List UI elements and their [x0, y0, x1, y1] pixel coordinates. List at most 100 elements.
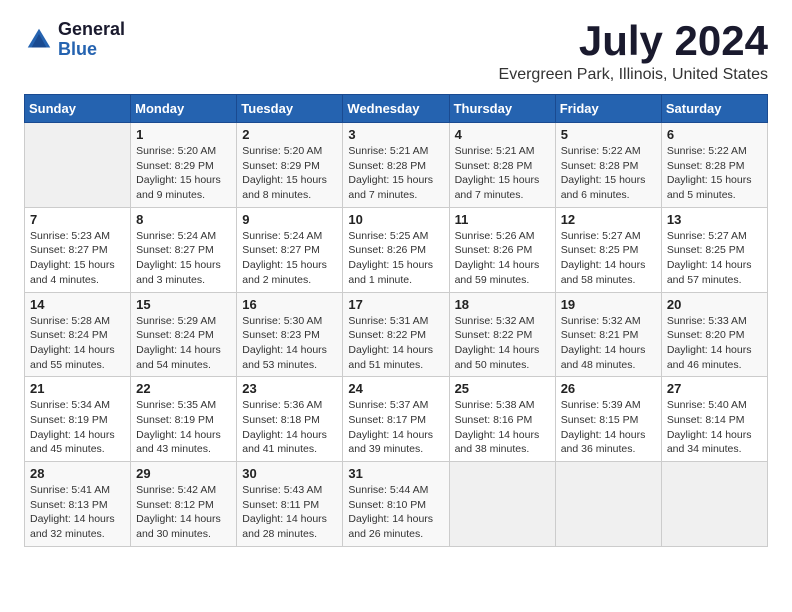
day-info: Sunrise: 5:26 AM Sunset: 8:26 PM Dayligh… [455, 229, 550, 288]
day-info: Sunrise: 5:30 AM Sunset: 8:23 PM Dayligh… [242, 314, 337, 373]
day-info: Sunrise: 5:23 AM Sunset: 8:27 PM Dayligh… [30, 229, 125, 288]
logo: General Blue [24, 20, 125, 60]
day-number: 29 [136, 466, 231, 481]
calendar-cell: 30Sunrise: 5:43 AM Sunset: 8:11 PM Dayli… [237, 462, 343, 547]
calendar-cell: 8 Sunrise: 5:24 AM Sunset: 8:27 PM Daylig… [131, 207, 237, 292]
title-block: July 2024 Evergreen Park, Illinois, Unit… [499, 20, 768, 84]
calendar-cell: 13 Sunrise: 5:27 AM Sunset: 8:25 PM Dayli… [661, 207, 767, 292]
logo-text: General Blue [58, 20, 125, 60]
day-info: Sunrise: 5:29 AM Sunset: 8:24 PM Dayligh… [136, 314, 231, 373]
day-number: 1 [136, 127, 231, 142]
calendar-cell: 28 Sunrise: 5:41 AM Sunset: 8:13 PM Dayli… [25, 462, 131, 547]
calendar-title: July 2024 [499, 20, 768, 62]
day-info: Sunrise: 5:39 AM Sunset: 8:15 PM Dayligh… [561, 398, 656, 457]
day-number: 12 [561, 212, 656, 227]
day-info: Sunrise: 5:34 AM Sunset: 8:19 PM Dayligh… [30, 398, 125, 457]
day-info: Sunrise: 5:25 AM Sunset: 8:26 PM Dayligh… [348, 229, 443, 288]
day-number: 30 [242, 466, 337, 481]
day-number: 18 [455, 297, 550, 312]
day-number: 6 [667, 127, 762, 142]
calendar-week-row: 7Sunrise: 5:23 AM Sunset: 8:27 PM Daylig… [25, 207, 768, 292]
day-number: 14 [30, 297, 125, 312]
header-day: Sunday [25, 95, 131, 123]
calendar-cell: 12 Sunrise: 5:27 AM Sunset: 8:25 PM Dayli… [555, 207, 661, 292]
day-number: 2 [242, 127, 337, 142]
calendar-cell: 27 Sunrise: 5:40 AM Sunset: 8:14 PM Dayli… [661, 377, 767, 462]
calendar-cell: 15 Sunrise: 5:29 AM Sunset: 8:24 PM Dayli… [131, 292, 237, 377]
day-number: 9 [242, 212, 337, 227]
day-info: Sunrise: 5:21 AM Sunset: 8:28 PM Dayligh… [455, 144, 550, 203]
calendar-cell [555, 462, 661, 547]
day-number: 17 [348, 297, 443, 312]
calendar-header: SundayMondayTuesdayWednesdayThursdayFrid… [25, 95, 768, 123]
day-info: Sunrise: 5:44 AM Sunset: 8:10 PM Dayligh… [348, 483, 443, 542]
day-info: Sunrise: 5:36 AM Sunset: 8:18 PM Dayligh… [242, 398, 337, 457]
day-info: Sunrise: 5:22 AM Sunset: 8:28 PM Dayligh… [667, 144, 762, 203]
calendar-location: Evergreen Park, Illinois, United States [499, 66, 768, 84]
calendar-table: SundayMondayTuesdayWednesdayThursdayFrid… [24, 94, 768, 547]
day-info: Sunrise: 5:22 AM Sunset: 8:28 PM Dayligh… [561, 144, 656, 203]
day-number: 4 [455, 127, 550, 142]
day-info: Sunrise: 5:24 AM Sunset: 8:27 PM Dayligh… [242, 229, 337, 288]
day-number: 11 [455, 212, 550, 227]
day-info: Sunrise: 5:24 AM Sunset: 8:27 PM Dayligh… [136, 229, 231, 288]
day-number: 28 [30, 466, 125, 481]
day-number: 31 [348, 466, 443, 481]
day-info: Sunrise: 5:20 AM Sunset: 8:29 PM Dayligh… [136, 144, 231, 203]
header-day: Wednesday [343, 95, 449, 123]
calendar-cell: 29Sunrise: 5:42 AM Sunset: 8:12 PM Dayli… [131, 462, 237, 547]
day-number: 10 [348, 212, 443, 227]
day-info: Sunrise: 5:35 AM Sunset: 8:19 PM Dayligh… [136, 398, 231, 457]
calendar-cell: 21Sunrise: 5:34 AM Sunset: 8:19 PM Dayli… [25, 377, 131, 462]
calendar-week-row: 21Sunrise: 5:34 AM Sunset: 8:19 PM Dayli… [25, 377, 768, 462]
day-info: Sunrise: 5:40 AM Sunset: 8:14 PM Dayligh… [667, 398, 762, 457]
day-number: 27 [667, 381, 762, 396]
header-day: Monday [131, 95, 237, 123]
day-number: 3 [348, 127, 443, 142]
day-info: Sunrise: 5:41 AM Sunset: 8:13 PM Dayligh… [30, 483, 125, 542]
calendar-cell: 31 Sunrise: 5:44 AM Sunset: 8:10 PM Dayli… [343, 462, 449, 547]
calendar-cell: 5Sunrise: 5:22 AM Sunset: 8:28 PM Daylig… [555, 123, 661, 208]
day-number: 15 [136, 297, 231, 312]
day-info: Sunrise: 5:28 AM Sunset: 8:24 PM Dayligh… [30, 314, 125, 373]
day-info: Sunrise: 5:27 AM Sunset: 8:25 PM Dayligh… [561, 229, 656, 288]
day-number: 24 [348, 381, 443, 396]
day-number: 13 [667, 212, 762, 227]
calendar-body: 1 Sunrise: 5:20 AM Sunset: 8:29 PM Daylig… [25, 123, 768, 547]
day-info: Sunrise: 5:31 AM Sunset: 8:22 PM Dayligh… [348, 314, 443, 373]
calendar-cell: 17 Sunrise: 5:31 AM Sunset: 8:22 PM Dayli… [343, 292, 449, 377]
day-info: Sunrise: 5:27 AM Sunset: 8:25 PM Dayligh… [667, 229, 762, 288]
day-number: 8 [136, 212, 231, 227]
header-row: SundayMondayTuesdayWednesdayThursdayFrid… [25, 95, 768, 123]
calendar-week-row: 14 Sunrise: 5:28 AM Sunset: 8:24 PM Dayli… [25, 292, 768, 377]
header-day: Saturday [661, 95, 767, 123]
calendar-cell: 23 Sunrise: 5:36 AM Sunset: 8:18 PM Dayli… [237, 377, 343, 462]
calendar-week-row: 1 Sunrise: 5:20 AM Sunset: 8:29 PM Daylig… [25, 123, 768, 208]
day-number: 26 [561, 381, 656, 396]
calendar-cell: 4 Sunrise: 5:21 AM Sunset: 8:28 PM Daylig… [449, 123, 555, 208]
logo-icon [24, 25, 54, 55]
calendar-cell: 7Sunrise: 5:23 AM Sunset: 8:27 PM Daylig… [25, 207, 131, 292]
calendar-cell: 19Sunrise: 5:32 AM Sunset: 8:21 PM Dayli… [555, 292, 661, 377]
day-number: 20 [667, 297, 762, 312]
day-info: Sunrise: 5:32 AM Sunset: 8:21 PM Dayligh… [561, 314, 656, 373]
calendar-cell: 25Sunrise: 5:38 AM Sunset: 8:16 PM Dayli… [449, 377, 555, 462]
calendar-cell [449, 462, 555, 547]
calendar-cell: 1 Sunrise: 5:20 AM Sunset: 8:29 PM Daylig… [131, 123, 237, 208]
calendar-cell: 26 Sunrise: 5:39 AM Sunset: 8:15 PM Dayli… [555, 377, 661, 462]
header-day: Friday [555, 95, 661, 123]
calendar-cell: 24 Sunrise: 5:37 AM Sunset: 8:17 PM Dayli… [343, 377, 449, 462]
logo-general: General [58, 20, 125, 40]
day-number: 22 [136, 381, 231, 396]
day-number: 23 [242, 381, 337, 396]
calendar-week-row: 28 Sunrise: 5:41 AM Sunset: 8:13 PM Dayli… [25, 462, 768, 547]
day-info: Sunrise: 5:20 AM Sunset: 8:29 PM Dayligh… [242, 144, 337, 203]
calendar-cell: 18 Sunrise: 5:32 AM Sunset: 8:22 PM Dayli… [449, 292, 555, 377]
calendar-cell: 22 Sunrise: 5:35 AM Sunset: 8:19 PM Dayli… [131, 377, 237, 462]
day-info: Sunrise: 5:37 AM Sunset: 8:17 PM Dayligh… [348, 398, 443, 457]
day-info: Sunrise: 5:32 AM Sunset: 8:22 PM Dayligh… [455, 314, 550, 373]
calendar-cell: 9 Sunrise: 5:24 AM Sunset: 8:27 PM Daylig… [237, 207, 343, 292]
calendar-cell: 14 Sunrise: 5:28 AM Sunset: 8:24 PM Dayli… [25, 292, 131, 377]
calendar-cell: 6 Sunrise: 5:22 AM Sunset: 8:28 PM Daylig… [661, 123, 767, 208]
header-day: Thursday [449, 95, 555, 123]
